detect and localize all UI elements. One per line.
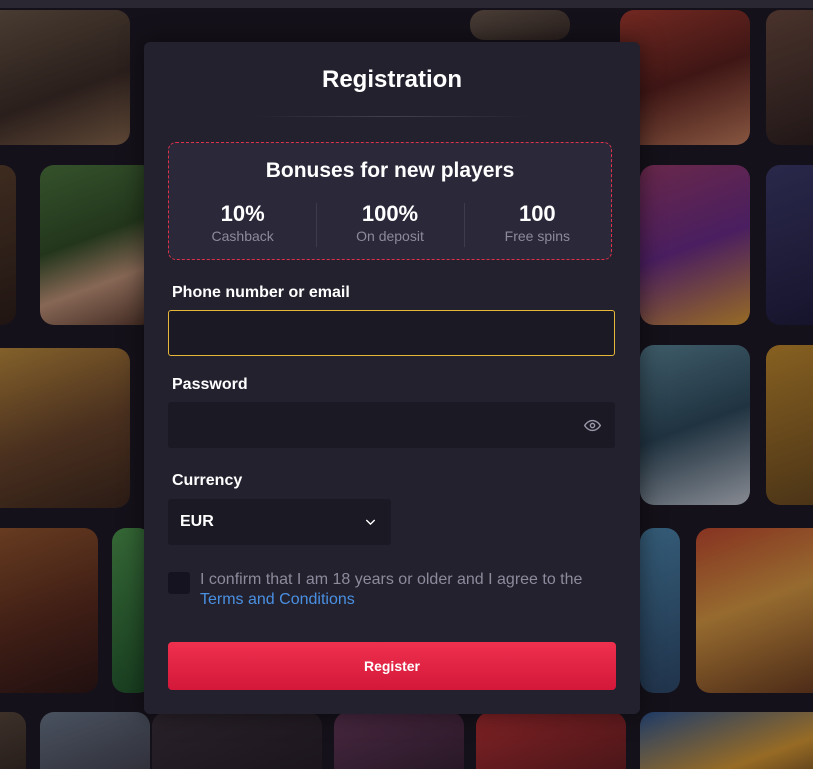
modal-title: Registration [321, 66, 462, 93]
stat-label: Free spins [504, 228, 570, 244]
terms-link[interactable]: Terms and Conditions [200, 591, 355, 608]
register-button[interactable]: Register [168, 642, 616, 690]
password-field-wrapper [168, 402, 615, 448]
currency-value: EUR [180, 513, 214, 530]
stat-value: 10% [220, 201, 265, 226]
bonus-stat-deposit: 100% On deposit [316, 201, 463, 249]
title-divider [254, 116, 530, 117]
consent-text: I confirm that I am 18 years or older an… [200, 570, 620, 610]
registration-modal: Registration Bonuses for new players 10%… [144, 42, 640, 714]
top-bar [0, 0, 813, 8]
currency-select[interactable]: EUR [168, 499, 391, 545]
bonus-title: Bonuses for new players [265, 159, 515, 182]
bonus-stats: 10% Cashback 100% On deposit 100 Free sp… [169, 201, 611, 249]
stat-label: Cashback [211, 228, 274, 244]
bonus-panel: Bonuses for new players 10% Cashback 100… [168, 142, 612, 260]
phone-email-field-wrapper [168, 310, 615, 356]
currency-label: Currency [172, 472, 243, 489]
password-label: Password [172, 376, 248, 393]
bonus-stat-free-spins: 100 Free spins [463, 201, 611, 249]
bonus-stat-cashback: 10% Cashback [169, 201, 316, 249]
phone-email-label: Phone number or email [172, 284, 350, 301]
stat-value: 100 [518, 201, 556, 226]
stat-label: On deposit [356, 228, 424, 244]
password-input[interactable] [168, 402, 615, 448]
chevron-down-icon [366, 519, 375, 525]
consent-statement: I confirm that I am 18 years or older an… [200, 571, 583, 588]
age-confirm-checkbox[interactable] [168, 572, 190, 594]
eye-icon[interactable] [584, 417, 601, 434]
stat-value: 100% [361, 201, 419, 226]
phone-email-input[interactable] [169, 311, 614, 355]
